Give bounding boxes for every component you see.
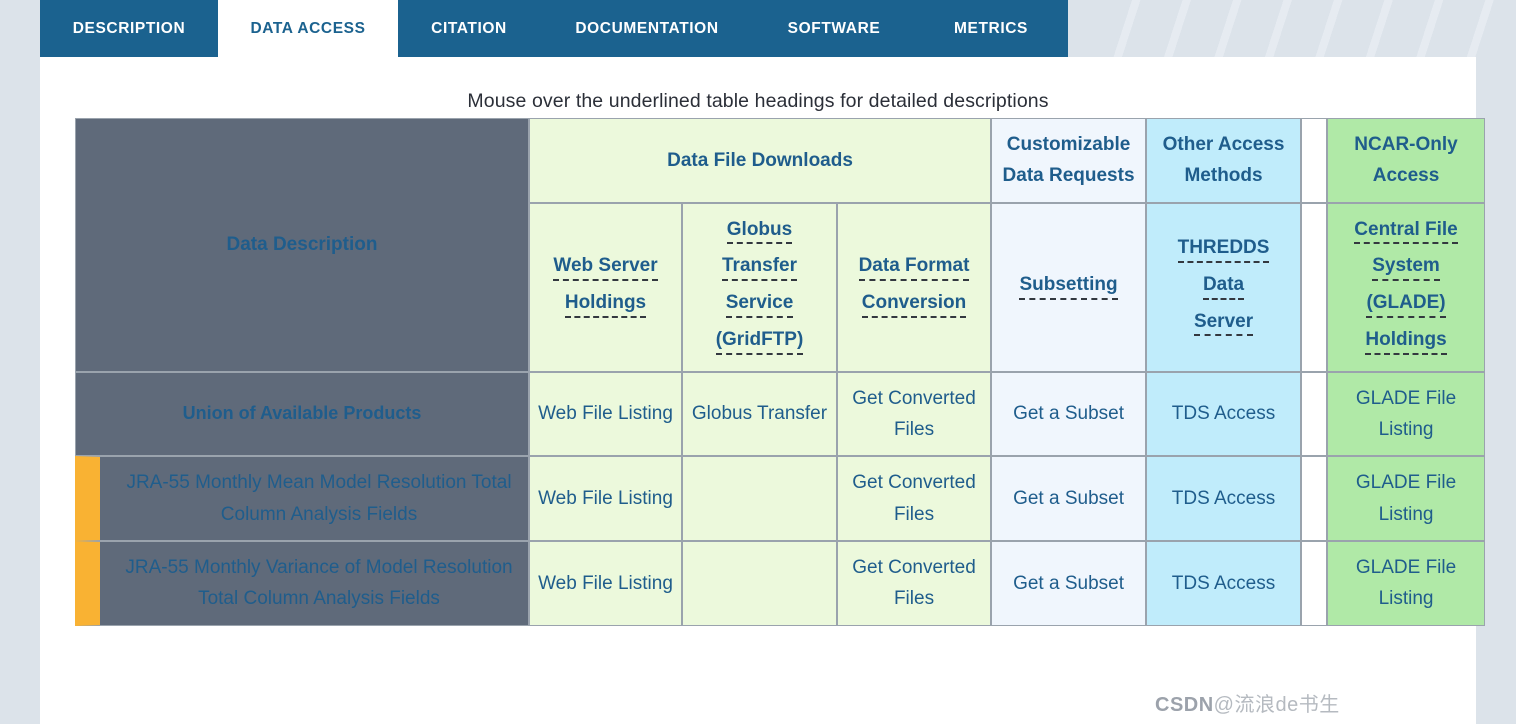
tab-documentation-label: DOCUMENTATION <box>575 19 719 37</box>
header-thredds-line-1: THREDDS <box>1177 236 1270 263</box>
header-subsetting-line-1: Subsetting <box>1019 273 1118 300</box>
header-glade-line-3: (GLADE) <box>1366 291 1446 318</box>
tab-citation[interactable]: CITATION <box>398 0 540 57</box>
tab-description-label: DESCRIPTION <box>72 19 186 37</box>
header-data-format-conversion[interactable]: Data Format Conversion <box>837 202 992 372</box>
header-data-format-line-2: Conversion <box>861 291 967 318</box>
header-customizable-data-requests: Customizable Data Requests <box>991 118 1147 203</box>
header-data-file-downloads: Data File Downloads <box>529 118 992 203</box>
tab-data-access[interactable]: DATA ACCESS <box>218 0 398 57</box>
cell-web-file-listing[interactable]: Web File Listing <box>529 541 682 626</box>
header-subsetting[interactable]: Subsetting <box>991 202 1147 372</box>
header-glade-line-2: System <box>1372 254 1440 282</box>
header-web-server-holdings-line-1: Web Server <box>553 254 658 282</box>
tab-metrics-label: METRICS <box>954 19 1028 37</box>
cell-tds-access[interactable]: TDS Access <box>1146 371 1302 457</box>
cell-globus-transfer <box>682 541 837 626</box>
header-globus-line-2: Transfer <box>722 254 797 282</box>
column-gap-spacer <box>1301 118 1328 203</box>
column-gap-spacer <box>1301 371 1328 457</box>
header-web-server-holdings[interactable]: Web Server Holdings <box>529 202 682 372</box>
data-access-panel: Mouse over the underlined table headings… <box>40 57 1486 724</box>
tab-software[interactable]: SOFTWARE <box>754 0 914 57</box>
tab-metrics[interactable]: METRICS <box>914 0 1068 57</box>
cell-tds-access[interactable]: TDS Access <box>1146 541 1302 626</box>
header-thredds-line-3: Server <box>1193 310 1254 337</box>
column-gap-spacer <box>1301 456 1328 542</box>
cell-globus-transfer <box>682 456 837 542</box>
tab-documentation[interactable]: DOCUMENTATION <box>540 0 754 57</box>
tab-data-access-label: DATA ACCESS <box>250 19 366 37</box>
header-other-access-methods: Other Access Methods <box>1146 118 1302 203</box>
header-globus-line-3: Service <box>725 291 794 318</box>
cell-web-file-listing[interactable]: Web File Listing <box>529 456 682 542</box>
table-row: JRA-55 Monthly Variance of Model Resolut… <box>75 541 1486 626</box>
header-thredds-line-2: Data <box>1202 273 1245 300</box>
cell-glade-file-listing[interactable]: GLADE File Listing <box>1327 541 1486 626</box>
tab-software-label: SOFTWARE <box>787 19 881 37</box>
header-data-description: Data Description <box>75 118 529 372</box>
row-description: JRA-55 Monthly Variance of Model Resolut… <box>75 541 529 626</box>
header-globus-line-1: Globus <box>726 218 793 245</box>
cell-get-a-subset[interactable]: Get a Subset <box>991 456 1147 542</box>
column-gap-spacer <box>1301 202 1328 372</box>
header-web-server-holdings-line-2: Holdings <box>564 291 647 318</box>
cell-web-file-listing[interactable]: Web File Listing <box>529 371 682 457</box>
data-access-table: Data Description Data File Downloads Cus… <box>75 118 1486 626</box>
header-ncar-only-access: NCAR-Only Access <box>1327 118 1486 203</box>
cell-globus-transfer[interactable]: Globus Transfer <box>682 371 837 457</box>
table-group-header-row: Data Description Data File Downloads Cus… <box>75 118 1486 372</box>
row-description: JRA-55 Monthly Mean Model Resolution Tot… <box>75 456 529 542</box>
column-gap-spacer <box>1301 541 1328 626</box>
background-stripe-decoration <box>1090 0 1516 57</box>
data-access-table-wrapper: Data Description Data File Downloads Cus… <box>75 118 1486 626</box>
header-thredds-data-server[interactable]: THREDDS Data Server <box>1146 202 1302 372</box>
cell-get-a-subset[interactable]: Get a Subset <box>991 541 1147 626</box>
header-central-file-system-glade[interactable]: Central File System (GLADE) Holdings <box>1327 202 1486 372</box>
tab-citation-label: CITATION <box>431 19 507 37</box>
row-description: Union of Available Products <box>75 371 529 457</box>
cell-get-a-subset[interactable]: Get a Subset <box>991 371 1147 457</box>
header-data-format-line-1: Data Format <box>858 254 970 282</box>
cell-get-converted-files[interactable]: Get Converted Files <box>837 456 992 542</box>
cell-get-converted-files[interactable]: Get Converted Files <box>837 541 992 626</box>
tab-bar: DESCRIPTION DATA ACCESS CITATION DOCUMEN… <box>40 0 1068 57</box>
tab-description[interactable]: DESCRIPTION <box>40 0 218 57</box>
header-globus-transfer-service[interactable]: Globus Transfer Service (GridFTP) <box>682 202 837 372</box>
table-hint-text: Mouse over the underlined table headings… <box>467 90 1049 112</box>
table-row: Union of Available Products Web File Lis… <box>75 371 1486 457</box>
cell-get-converted-files[interactable]: Get Converted Files <box>837 371 992 457</box>
cell-tds-access[interactable]: TDS Access <box>1146 456 1302 542</box>
header-glade-line-4: Holdings <box>1365 328 1447 355</box>
cell-glade-file-listing[interactable]: GLADE File Listing <box>1327 371 1486 457</box>
table-row: JRA-55 Monthly Mean Model Resolution Tot… <box>75 456 1486 542</box>
cell-glade-file-listing[interactable]: GLADE File Listing <box>1327 456 1486 542</box>
header-glade-line-1: Central File <box>1354 218 1458 245</box>
header-globus-line-4: (GridFTP) <box>715 328 804 355</box>
